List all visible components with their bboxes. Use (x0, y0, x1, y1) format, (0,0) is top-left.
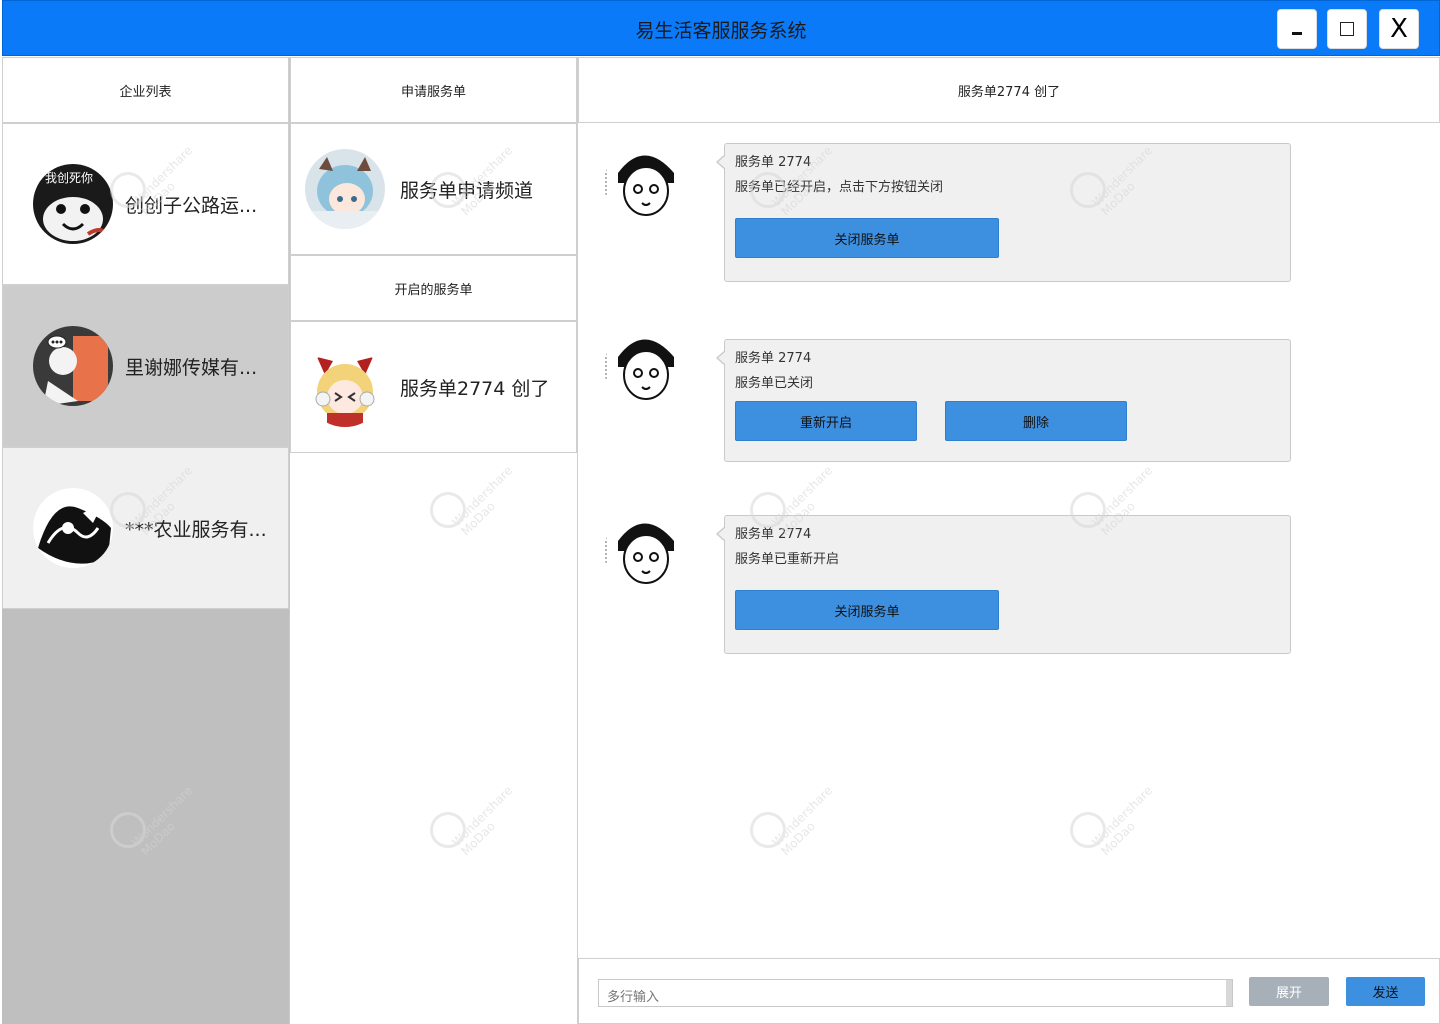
open-order-header: 开启的服务单 (290, 255, 577, 321)
company-name: ***农业服务有... (125, 518, 267, 541)
agent-avatar (604, 327, 684, 407)
svg-text:我创死你: 我创死你 (45, 171, 93, 185)
company-item[interactable]: 里谢娜传媒有... (2, 285, 289, 447)
message-body: 服务单已关闭 (735, 376, 814, 391)
company-list-panel: 企业列表 我创死你 创创子公路运... 里谢娜传媒有... ***农业服务有..… (2, 57, 290, 1024)
send-button[interactable]: 发送 (1346, 977, 1425, 1006)
open-order-item[interactable]: 服务单2774 创了 (290, 321, 577, 453)
app-title: 易生活客服服务系统 (635, 20, 807, 42)
company-avatar: 我创死你 (33, 164, 113, 244)
message-bubble: 服务单 2774 服务单已经开启，点击下方按钮关闭 关闭服务单 (716, 143, 1291, 282)
chat-header: 服务单2774 创了 (578, 57, 1440, 123)
service-order-panel: 申请服务单 服务单申请频道 开启的服务单 服务单2774 创了 (290, 57, 578, 1024)
maximize-icon (1340, 22, 1354, 36)
order-label: 服务单2774 创了 (400, 377, 550, 400)
company-name: 里谢娜传媒有... (125, 356, 258, 379)
title-bar: 易生活客服服务系统 X (2, 0, 1440, 56)
maximize-button[interactable] (1327, 9, 1367, 49)
message-body: 服务单已经开启，点击下方按钮关闭 (735, 180, 944, 195)
message-bubble: 服务单 2774 服务单已重新开启 关闭服务单 (716, 515, 1291, 654)
channel-label: 服务单申请频道 (400, 179, 534, 202)
delete-order-button[interactable]: 删除 (945, 401, 1127, 441)
channel-avatar (305, 149, 385, 229)
message-title: 服务单 2774 (735, 527, 812, 542)
chat-panel: 服务单2774 创了 服务单 2774 服务单已经开启，点击下方按钮关闭 关闭服… (578, 57, 1440, 1024)
input-scrollbar[interactable] (1226, 980, 1232, 1006)
message-title: 服务单 2774 (735, 155, 812, 170)
minimize-icon (1292, 31, 1302, 35)
company-avatar (33, 488, 113, 568)
expand-button[interactable]: 展开 (1249, 977, 1329, 1006)
order-avatar (305, 347, 385, 427)
company-avatar (33, 326, 113, 406)
reopen-order-button[interactable]: 重新开启 (735, 401, 917, 441)
message-title: 服务单 2774 (735, 351, 812, 366)
close-order-button[interactable]: 关闭服务单 (735, 218, 999, 258)
company-item[interactable]: ***农业服务有... (2, 447, 289, 609)
apply-order-header: 申请服务单 (290, 57, 577, 123)
close-order-button[interactable]: 关闭服务单 (735, 590, 999, 630)
agent-avatar (604, 143, 684, 223)
message-input-bar: 展开 发送 (578, 958, 1440, 1024)
company-item[interactable]: 我创死你 创创子公路运... (2, 123, 289, 285)
close-button[interactable]: X (1379, 9, 1419, 49)
apply-channel-item[interactable]: 服务单申请频道 (290, 123, 577, 255)
message-body: 服务单已重新开启 (735, 552, 840, 567)
message-input[interactable] (598, 979, 1233, 1007)
minimize-button[interactable] (1277, 9, 1317, 49)
message-bubble: 服务单 2774 服务单已关闭 重新开启 删除 (716, 339, 1291, 462)
company-list-header: 企业列表 (2, 57, 289, 123)
agent-avatar (604, 511, 684, 591)
company-name: 创创子公路运... (125, 194, 258, 217)
